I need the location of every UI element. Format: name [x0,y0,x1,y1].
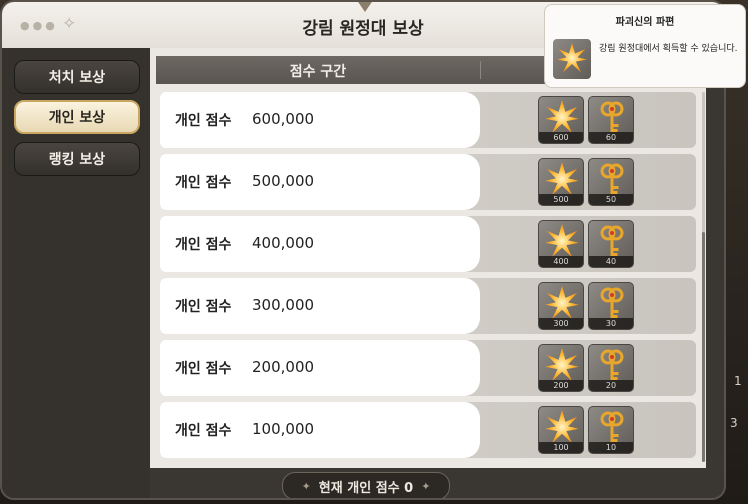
key-icon[interactable]: 60 [588,96,634,144]
row-score: 300,000 [252,296,315,314]
key-icon[interactable]: 20 [588,344,634,392]
header-divider [480,61,481,79]
tab-label: 처치 보상 [48,70,106,86]
background-edge-text: 1 [734,374,742,388]
key-icon[interactable]: 50 [588,158,634,206]
item-count: 400 [539,256,583,267]
row-score: 100,000 [252,420,315,438]
reward-row: 개인 점수 600,000 600 60 [160,92,696,148]
star-shape [545,162,579,196]
star-shape [557,43,587,73]
item-count: 40 [589,256,633,267]
star-shape [545,224,579,258]
item-count: 20 [589,380,633,391]
row-label-area: 개인 점수 200,000 [160,340,480,396]
background-edge-text: 3 [730,416,738,430]
scrollbar-thumb[interactable] [702,232,705,462]
item-count: 50 [589,194,633,205]
row-label: 개인 점수 [175,175,232,191]
destruction-fragment-icon[interactable]: 500 [538,158,584,206]
score-range-header: 점수 구간 [289,64,347,80]
tab-ranking-reward[interactable]: 랭킹 보상 [14,142,140,176]
tab-personal-reward[interactable]: 개인 보상 [14,100,140,134]
row-score: 400,000 [252,234,315,252]
item-count: 100 [539,442,583,453]
item-tooltip: 파괴신의 파편 강림 원정대에서 획득할 수 있습니다. [544,4,746,88]
key-icon[interactable]: 40 [588,220,634,268]
item-count: 500 [539,194,583,205]
tab-label: 랭킹 보상 [48,152,106,168]
star-shape [545,286,579,320]
diamond-ornament-icon: ✦ [421,479,431,493]
row-label: 개인 점수 [175,113,232,129]
row-score: 600,000 [252,110,315,128]
item-count: 300 [539,318,583,329]
destruction-fragment-icon[interactable]: 200 [538,344,584,392]
reward-row: 개인 점수 200,000 200 20 [160,340,696,396]
row-score: 200,000 [252,358,315,376]
star-shape [545,410,579,444]
star-shape [545,100,579,134]
item-count: 10 [589,442,633,453]
item-count: 200 [539,380,583,391]
reward-row: 개인 점수 100,000 100 10 [160,402,696,458]
key-icon[interactable]: 10 [588,406,634,454]
item-count: 60 [589,132,633,143]
tab-kill-reward[interactable]: 처치 보상 [14,60,140,94]
item-count: 30 [589,318,633,329]
item-count: 600 [539,132,583,143]
tooltip-title: 파괴신의 파편 [615,17,675,28]
reward-row: 개인 점수 500,000 500 50 [160,154,696,210]
tooltip-description: 강림 원정대에서 획득할 수 있습니다. [599,44,738,54]
row-label: 개인 점수 [175,299,232,315]
reward-list-panel: 점수 구간 개인 점수 600,000 600 60 개인 점수 500,000 500 50… [150,48,706,468]
destruction-fragment-icon[interactable]: 300 [538,282,584,330]
destruction-fragment-icon[interactable]: 400 [538,220,584,268]
tab-label: 개인 보상 [48,110,106,126]
destruction-fragment-icon[interactable]: 100 [538,406,584,454]
current-score-bar: ✦ 현재 개인 점수 0 ✦ [282,472,450,498]
key-icon[interactable]: 30 [588,282,634,330]
row-label: 개인 점수 [175,361,232,377]
destruction-fragment-icon [553,39,591,79]
row-label-area: 개인 점수 400,000 [160,216,480,272]
row-label: 개인 점수 [175,423,232,439]
row-label-area: 개인 점수 600,000 [160,92,480,148]
row-label-area: 개인 점수 100,000 [160,402,480,458]
list-scrollbar[interactable] [702,92,705,462]
row-label-area: 개인 점수 500,000 [160,154,480,210]
row-label-area: 개인 점수 300,000 [160,278,480,334]
reward-category-sidebar: 처치 보상 개인 보상 랭킹 보상 [2,48,150,498]
title-crest-ornament [354,2,376,12]
destruction-fragment-icon[interactable]: 600 [538,96,584,144]
reward-row: 개인 점수 400,000 400 40 [160,216,696,272]
current-score-text: 현재 개인 점수 0 [318,480,414,496]
reward-row: 개인 점수 300,000 300 30 [160,278,696,334]
row-label: 개인 점수 [175,237,232,253]
diamond-ornament-icon: ✦ [301,479,311,493]
star-shape [545,348,579,382]
row-score: 500,000 [252,172,315,190]
